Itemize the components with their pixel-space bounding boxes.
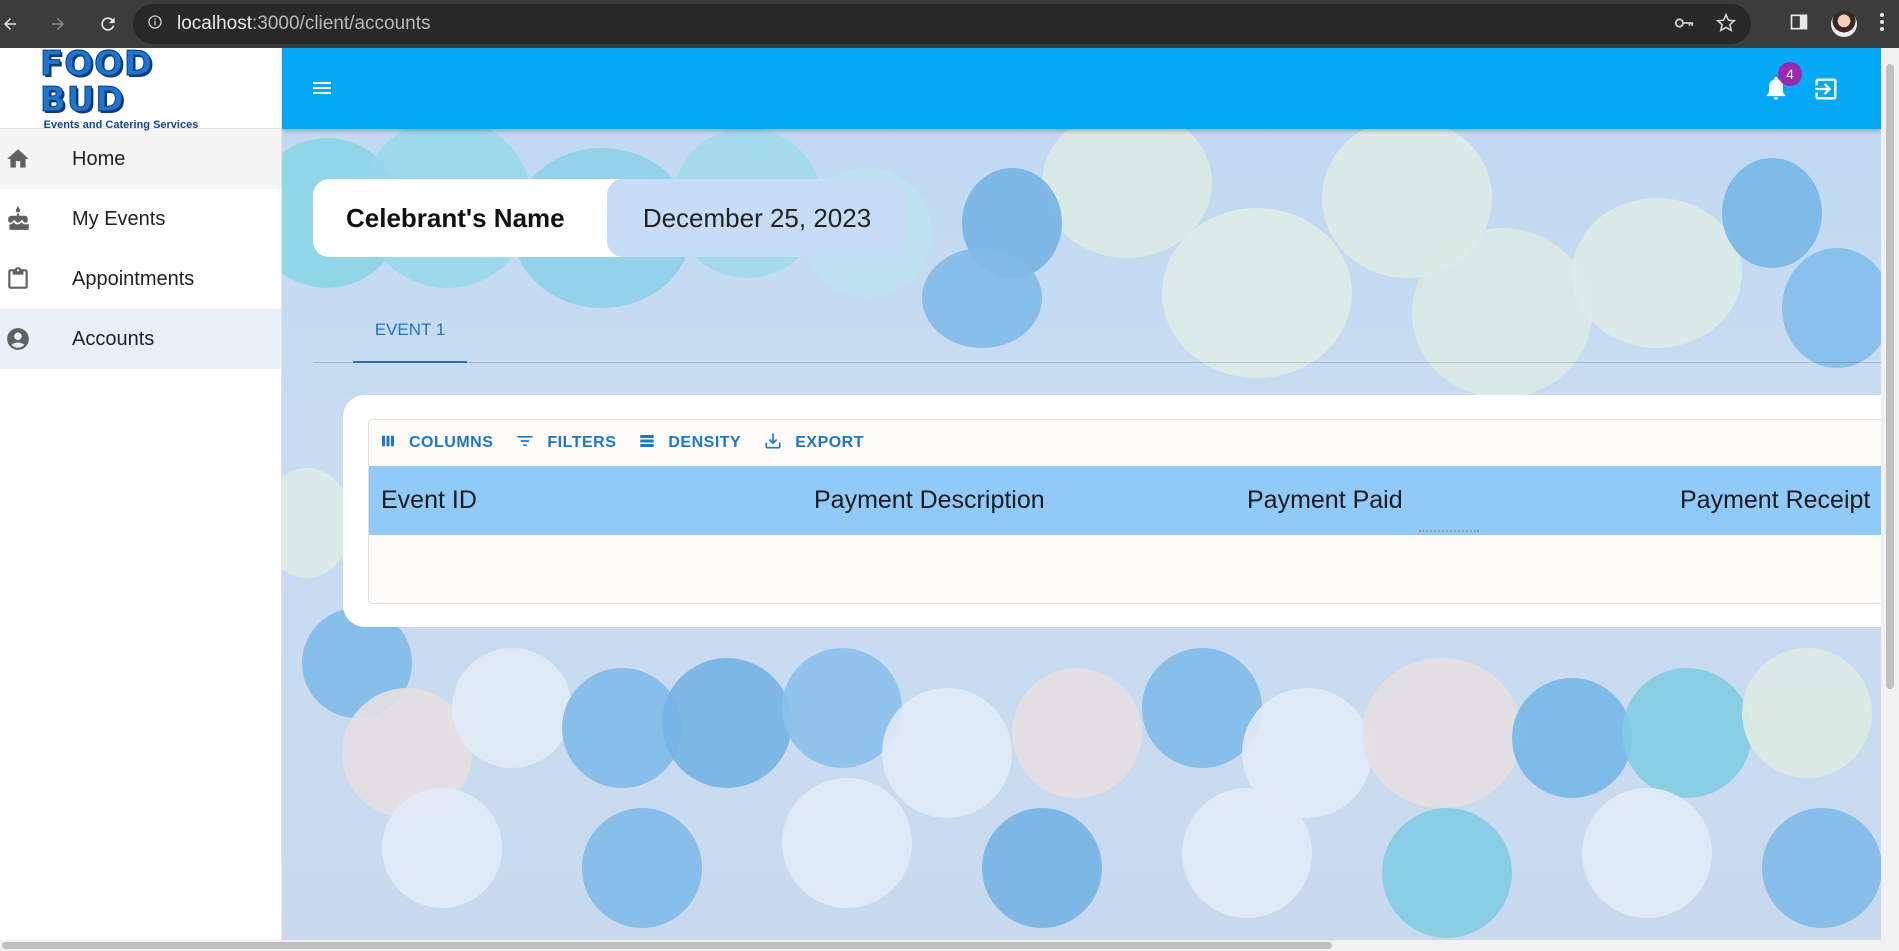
column-header-payment-receipt[interactable]: Payment Receipt — [1680, 466, 1870, 535]
more-vert-icon[interactable] — [1879, 12, 1885, 37]
horizontal-scrollbar-thumb[interactable] — [2, 942, 1332, 949]
clipboard-icon — [0, 266, 72, 292]
sidebar-item-accounts[interactable]: Accounts — [0, 309, 281, 369]
key-icon[interactable] — [1673, 12, 1695, 39]
side-panel-icon[interactable] — [1789, 12, 1809, 37]
tab-event-1[interactable]: EVENT 1 — [353, 298, 467, 363]
home-icon — [0, 146, 72, 172]
download-icon — [763, 431, 783, 456]
density-button[interactable]: DENSITY — [638, 432, 741, 455]
export-label: EXPORT — [795, 434, 865, 451]
logo-area: FOOD BUD Events and Catering Services — [0, 43, 281, 131]
star-icon[interactable] — [1715, 12, 1737, 39]
grid-toolbar: COLUMNS FILTERS DENSITY EXPORT — [369, 420, 1881, 466]
address-bar[interactable]: localhost:3000/client/accounts — [133, 4, 1751, 44]
logout-icon[interactable] — [1812, 75, 1840, 108]
url-host: localhost — [177, 13, 252, 34]
logo-text: FOOD BUD — [40, 43, 154, 120]
column-header-payment-paid[interactable]: Payment Paid — [1247, 466, 1403, 535]
filters-button[interactable]: FILTERS — [515, 431, 616, 456]
url-text[interactable]: localhost:3000/client/accounts — [177, 13, 431, 35]
top-app-bar: 4 — [282, 48, 1881, 129]
url-path: :3000/client/accounts — [252, 13, 431, 34]
vertical-scrollbar-thumb[interactable] — [1886, 64, 1894, 689]
logo-subtitle: Events and Catering Services — [43, 118, 199, 131]
sidebar-item-home[interactable]: Home — [0, 129, 281, 189]
sidebar-item-label: Accounts — [72, 327, 155, 350]
reload-icon[interactable] — [94, 0, 122, 48]
sidebar-item-label: Home — [72, 147, 126, 170]
sidebar: FOOD BUD Events and Catering Services Ho… — [0, 43, 282, 940]
main-content: 4 Celebrant's Name December 25, 2023 EVE… — [282, 48, 1881, 940]
event-header: Celebrant's Name December 25, 2023 — [313, 179, 907, 257]
grid-header-row: Event ID Payment Description Payment Pai… — [369, 466, 1881, 535]
density-label: DENSITY — [668, 434, 742, 451]
sidebar-item-label: Appointments — [72, 267, 195, 290]
data-grid: COLUMNS FILTERS DENSITY EXPORT Event ID … — [368, 419, 1881, 604]
horizontal-scrollbar[interactable] — [0, 940, 1899, 951]
columns-label: COLUMNS — [409, 434, 494, 451]
sidebar-item-my-events[interactable]: My Events — [0, 189, 281, 249]
forward-arrow-icon[interactable] — [44, 0, 72, 48]
view-column-icon — [379, 432, 397, 455]
filter-list-icon — [515, 431, 535, 456]
menu-icon[interactable] — [310, 76, 334, 100]
event-tabs: EVENT 1 — [313, 298, 1881, 363]
logo[interactable]: FOOD BUD Events and Catering Services — [40, 43, 202, 131]
column-resize-handle[interactable] — [1419, 530, 1479, 532]
accounts-grid-card: COLUMNS FILTERS DENSITY EXPORT Event ID … — [343, 395, 1881, 627]
notification-badge: 4 — [1778, 62, 1802, 86]
columns-button[interactable]: COLUMNS — [379, 432, 493, 455]
account-circle-icon — [0, 326, 72, 352]
export-button[interactable]: EXPORT — [763, 431, 864, 456]
sidebar-item-label: My Events — [72, 207, 166, 230]
vertical-scrollbar[interactable] — [1881, 48, 1899, 940]
browser-toolbar: localhost:3000/client/accounts — [0, 0, 1899, 48]
site-info-icon[interactable] — [147, 14, 163, 35]
column-header-event-id[interactable]: Event ID — [381, 466, 477, 535]
sidebar-item-appointments[interactable]: Appointments — [0, 249, 281, 309]
event-date-chip: December 25, 2023 — [607, 179, 907, 257]
profile-avatar[interactable] — [1831, 11, 1857, 37]
cake-icon — [0, 206, 72, 232]
celebrant-name: Celebrant's Name — [313, 179, 631, 257]
filters-label: FILTERS — [547, 434, 617, 451]
density-icon — [638, 432, 656, 455]
back-arrow-icon[interactable] — [0, 0, 20, 48]
column-header-payment-description[interactable]: Payment Description — [814, 466, 1045, 535]
